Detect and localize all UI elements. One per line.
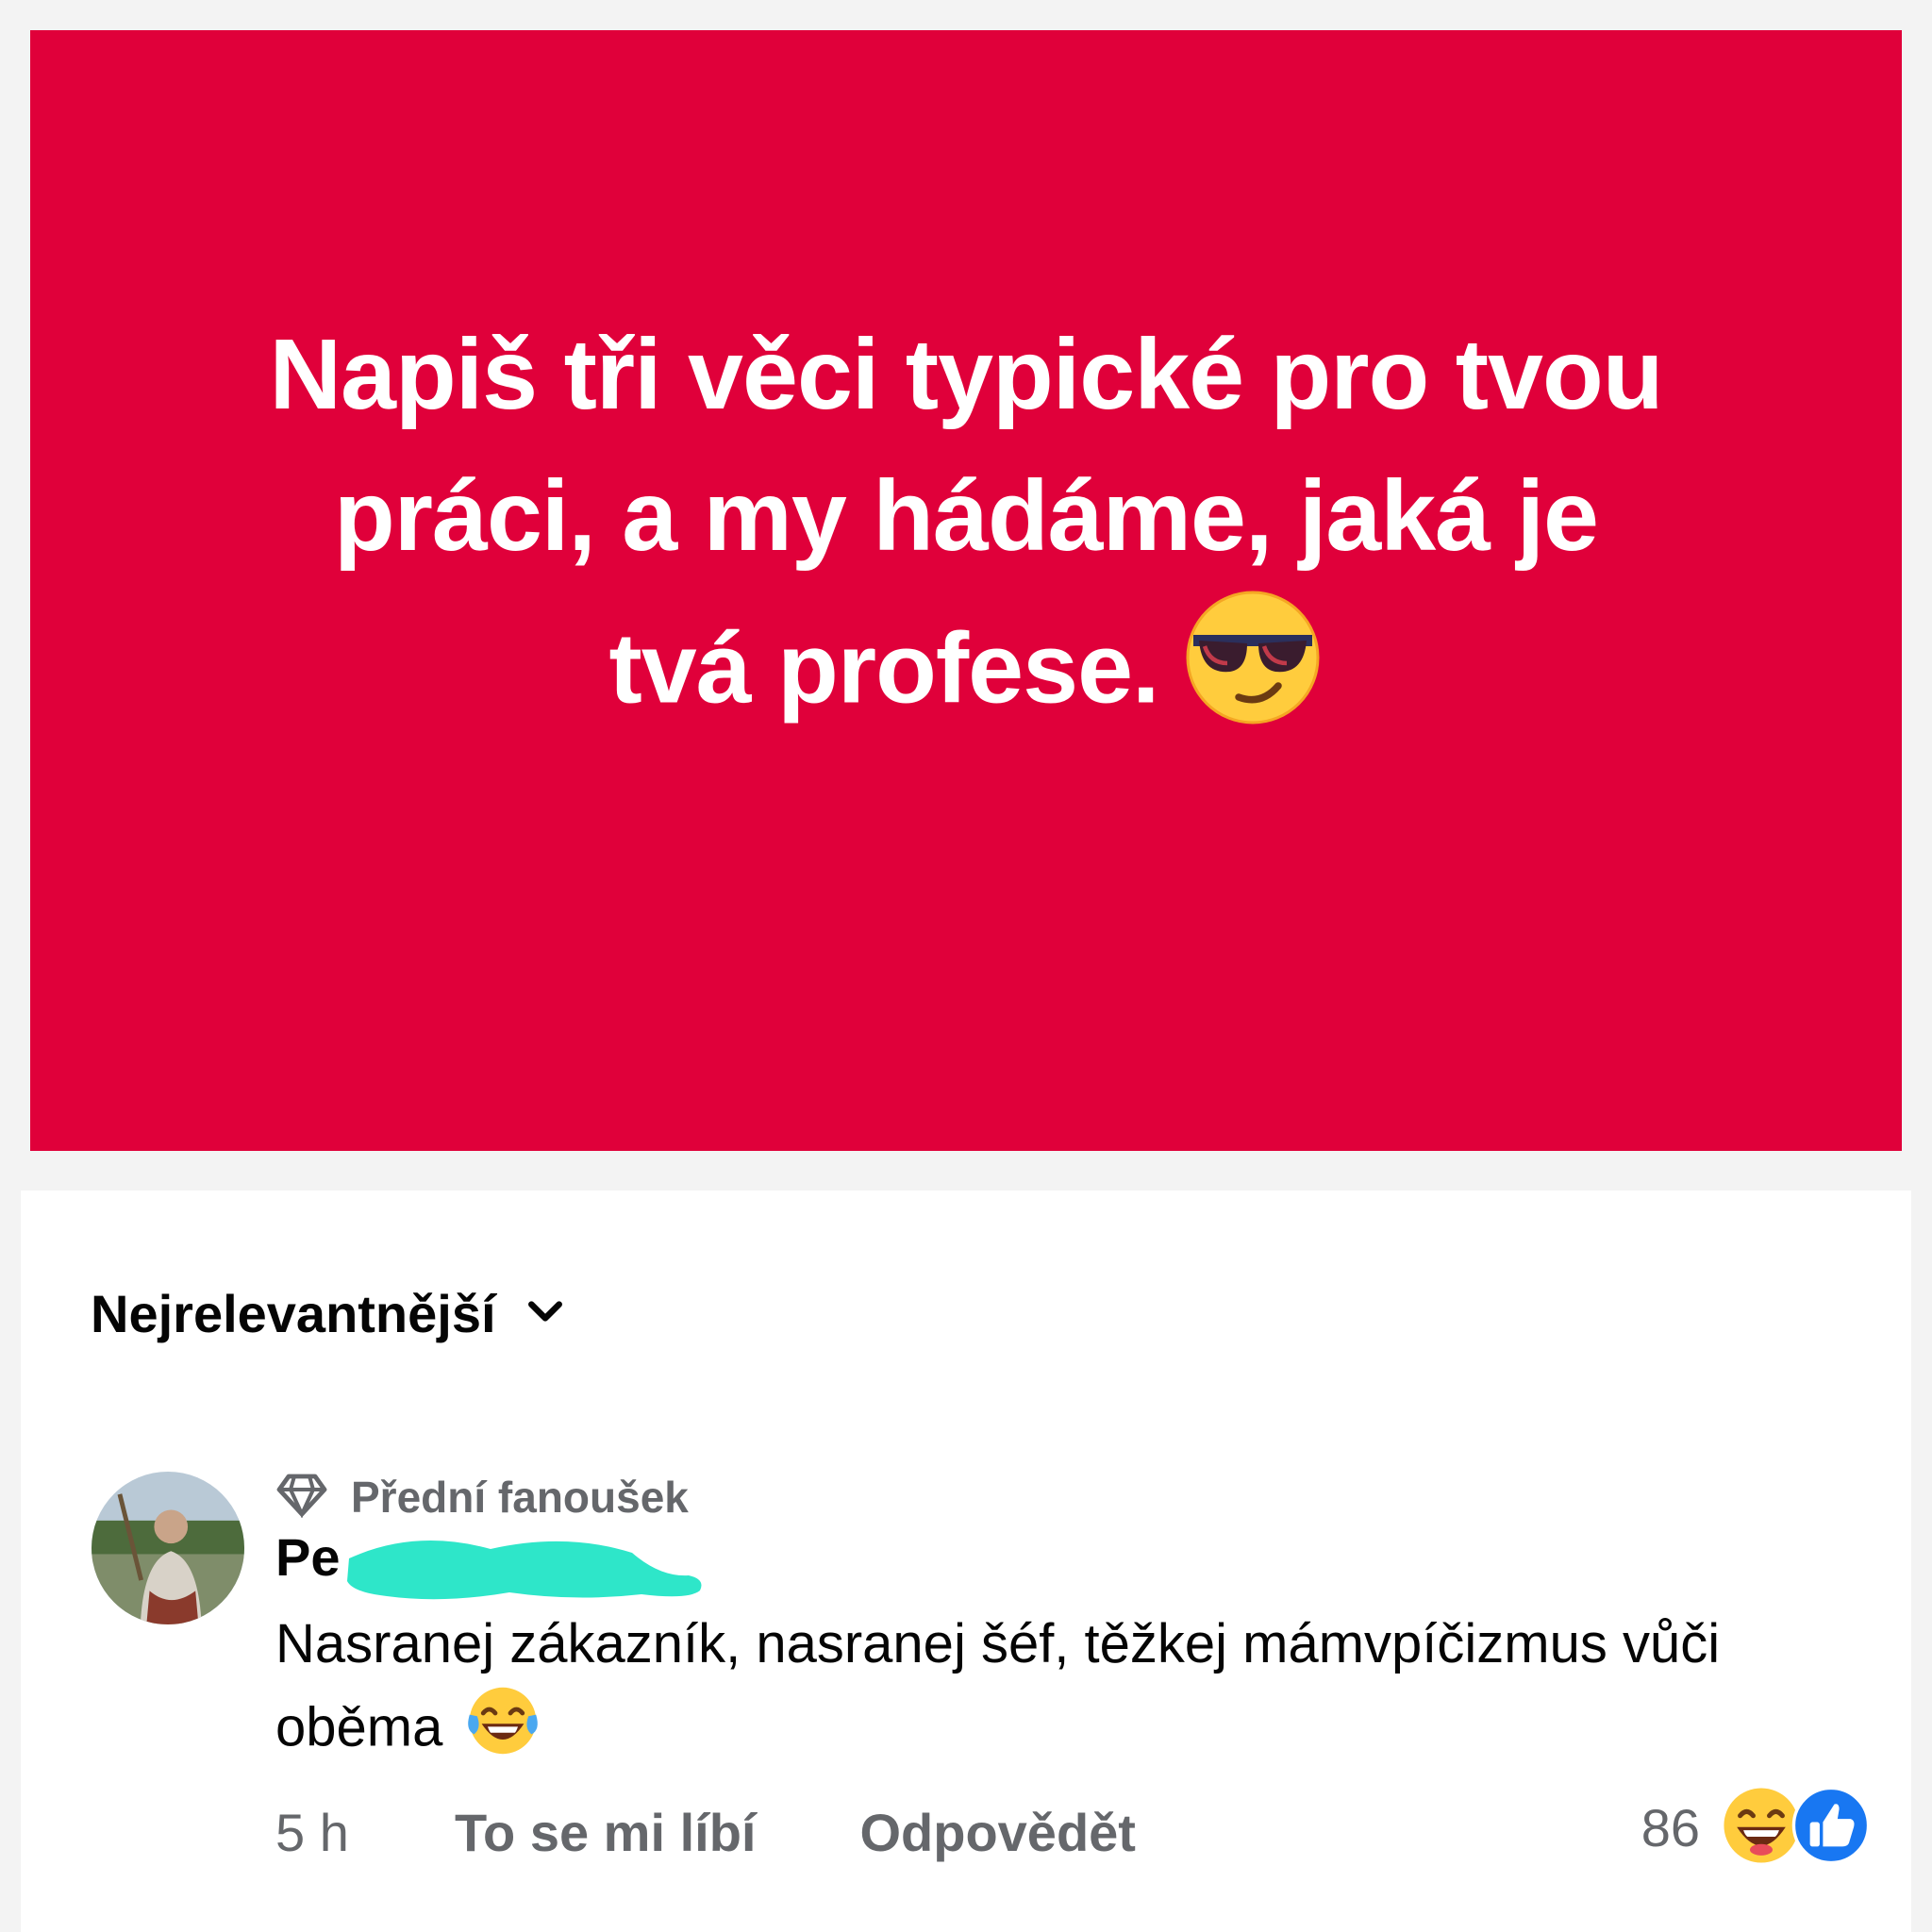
sort-label: Nejrelevantnější — [91, 1284, 496, 1343]
comment-timestamp[interactable]: 5 h — [275, 1802, 455, 1863]
post-text-line-2: práci, a my hádáme, jaká je — [334, 459, 1599, 572]
comment-text: Nasranej zákazník, nasranej šéf, těžkej … — [275, 1606, 1879, 1779]
reply-comment-button[interactable]: Odpovědět — [859, 1802, 1135, 1863]
top-fan-badge: Přední fanoušek — [275, 1472, 689, 1523]
post-text-line-3: tvá profese. — [164, 587, 1768, 765]
badge-label: Přední fanoušek — [351, 1473, 689, 1522]
reaction-count: 86 — [1641, 1798, 1700, 1857]
thumbs-up-icon — [1790, 1785, 1872, 1871]
post-text-line-1: Napiš tři věci typické pro tvou — [269, 318, 1663, 430]
comment-sort-dropdown[interactable]: Nejrelevantnější — [91, 1283, 566, 1344]
diamond-icon — [275, 1473, 328, 1523]
post-card: Napiš tři věci typické pro tvou práci, a… — [30, 30, 1902, 1151]
chevron-down-icon — [525, 1291, 566, 1337]
name-redaction-scribble — [347, 1541, 702, 1600]
comments-section: Nejrelevantnější Přední fanoušek Pe Nasr… — [21, 1191, 1911, 1932]
comment-reactions[interactable]: 86 — [1641, 1785, 1872, 1871]
sunglasses-face-icon — [1182, 587, 1324, 765]
comment-actions: 5 h To se mi líbí Odpovědět — [275, 1802, 1240, 1863]
like-comment-button[interactable]: To se mi líbí — [455, 1802, 756, 1863]
post-text-line-3-text: tvá profese. — [608, 612, 1159, 724]
tears-of-joy-face-icon — [465, 1683, 541, 1779]
commenter-avatar[interactable] — [92, 1472, 244, 1624]
post-text: Napiš tři věci typické pro tvou práci, a… — [164, 304, 1768, 765]
